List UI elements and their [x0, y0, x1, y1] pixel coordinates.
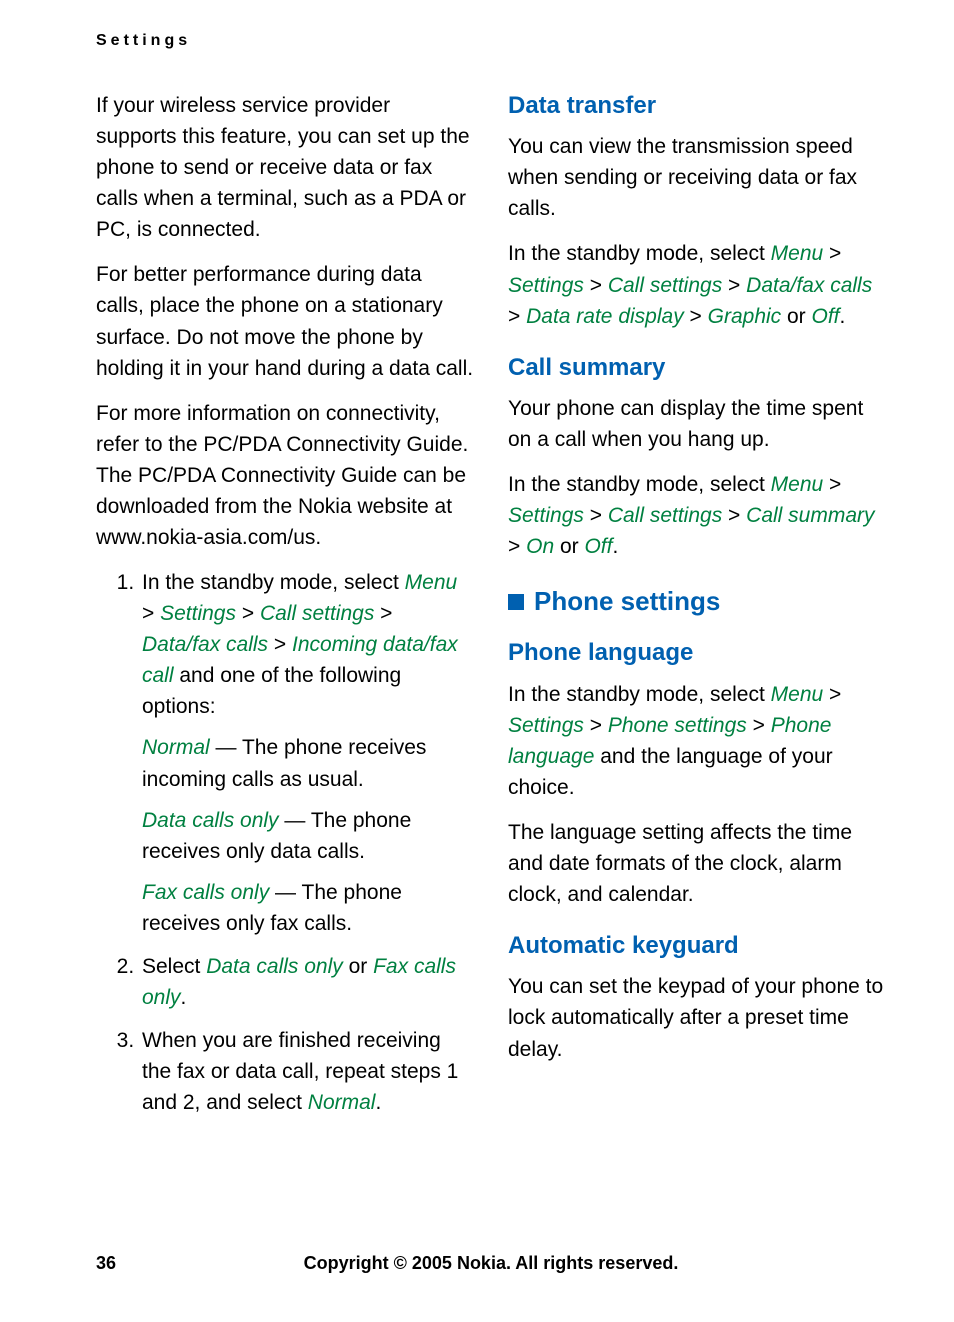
menu-path-item: Settings	[508, 714, 584, 737]
menu-path-item: Call settings	[608, 504, 722, 527]
separator: >	[684, 305, 708, 328]
paragraph: For more information on connectivity, re…	[96, 398, 474, 553]
separator: >	[722, 504, 746, 527]
menu-path-item: Call summary	[746, 504, 874, 527]
ui-term: Off	[812, 305, 840, 328]
ui-term: Fax calls only	[142, 881, 269, 904]
separator: >	[374, 602, 392, 625]
option-item: Fax calls only — The phone receives only…	[142, 877, 474, 939]
heading-phone-language: Phone language	[508, 637, 886, 668]
running-head: Settings	[96, 32, 886, 50]
ui-term: Normal	[142, 736, 210, 759]
menu-path-item: Menu	[771, 473, 824, 496]
paragraph: The language setting affects the time an…	[508, 817, 886, 910]
text: or	[554, 535, 584, 558]
text: When you are finished receiving the fax …	[142, 1029, 458, 1114]
paragraph: If your wireless service provider suppor…	[96, 90, 474, 245]
heading-automatic-keyguard: Automatic keyguard	[508, 930, 886, 961]
menu-path-item: Phone settings	[608, 714, 747, 737]
text: In the standby mode, select	[508, 683, 771, 706]
text: or	[781, 305, 811, 328]
menu-path-item: Settings	[160, 602, 236, 625]
ui-term: On	[526, 535, 554, 558]
ui-term: Normal	[308, 1091, 376, 1114]
menu-path-item: Menu	[771, 242, 824, 265]
text: .	[375, 1091, 381, 1114]
ui-term: Data calls only	[206, 955, 343, 978]
separator: >	[823, 473, 841, 496]
menu-path-item: Call settings	[608, 274, 722, 297]
menu-path-item: Data rate display	[526, 305, 684, 328]
text: .	[612, 535, 618, 558]
separator: >	[823, 683, 841, 706]
ui-term: Data calls only	[142, 809, 279, 832]
text: .	[840, 305, 846, 328]
separator: >	[268, 633, 292, 656]
heading-data-transfer: Data transfer	[508, 90, 886, 121]
paragraph: Your phone can display the time spent on…	[508, 393, 886, 455]
menu-path-item: Data/fax calls	[746, 274, 872, 297]
separator: >	[508, 305, 526, 328]
square-bullet-icon	[508, 594, 524, 610]
left-column: If your wireless service provider suppor…	[96, 90, 474, 1132]
list-item: In the standby mode, select Menu > Setti…	[140, 567, 474, 939]
ui-term: Graphic	[708, 305, 782, 328]
paragraph: In the standby mode, select Menu > Setti…	[508, 679, 886, 803]
heading-call-summary: Call summary	[508, 352, 886, 383]
text: or	[343, 955, 373, 978]
page: Settings If your wireless service provid…	[0, 0, 954, 1322]
menu-path-item: Menu	[405, 571, 458, 594]
paragraph: You can set the keypad of your phone to …	[508, 971, 886, 1064]
page-footer: 36 Copyright © 2005 Nokia. All rights re…	[96, 1253, 886, 1274]
text: Select	[142, 955, 206, 978]
list-item: Select Data calls only or Fax calls only…	[140, 951, 474, 1013]
list-item: When you are finished receiving the fax …	[140, 1025, 474, 1118]
separator: >	[747, 714, 771, 737]
page-number: 36	[96, 1253, 256, 1274]
menu-path-item: Settings	[508, 274, 584, 297]
separator: >	[508, 535, 526, 558]
copyright-text: Copyright © 2005 Nokia. All rights reser…	[256, 1253, 726, 1274]
paragraph: In the standby mode, select Menu > Setti…	[508, 469, 886, 562]
menu-path-item: Call settings	[260, 602, 374, 625]
paragraph: In the standby mode, select Menu > Setti…	[508, 238, 886, 331]
text: In the standby mode, select	[508, 473, 771, 496]
two-column-layout: If your wireless service provider suppor…	[96, 90, 886, 1132]
separator: >	[584, 504, 608, 527]
menu-path-item: Menu	[771, 683, 824, 706]
paragraph: For better performance during data calls…	[96, 259, 474, 383]
option-item: Normal — The phone receives incoming cal…	[142, 732, 474, 794]
section-phone-settings: Phone settings	[508, 586, 886, 617]
text: In the standby mode, select	[508, 242, 771, 265]
paragraph: You can view the transmission speed when…	[508, 131, 886, 224]
menu-path-item: Settings	[508, 504, 584, 527]
option-item: Data calls only — The phone receives onl…	[142, 805, 474, 867]
separator: >	[142, 602, 160, 625]
menu-path-item: Data/fax calls	[142, 633, 268, 656]
ordered-list: In the standby mode, select Menu > Setti…	[96, 567, 474, 1118]
separator: >	[722, 274, 746, 297]
separator: >	[584, 274, 608, 297]
section-title: Phone settings	[534, 586, 720, 617]
separator: >	[584, 714, 608, 737]
separator: >	[823, 242, 841, 265]
right-column: Data transfer You can view the transmiss…	[508, 90, 886, 1132]
text: and one of the following options:	[142, 664, 401, 718]
ui-term: Off	[584, 535, 612, 558]
text: In the standby mode, select	[142, 571, 405, 594]
text: .	[181, 986, 187, 1009]
separator: >	[236, 602, 260, 625]
